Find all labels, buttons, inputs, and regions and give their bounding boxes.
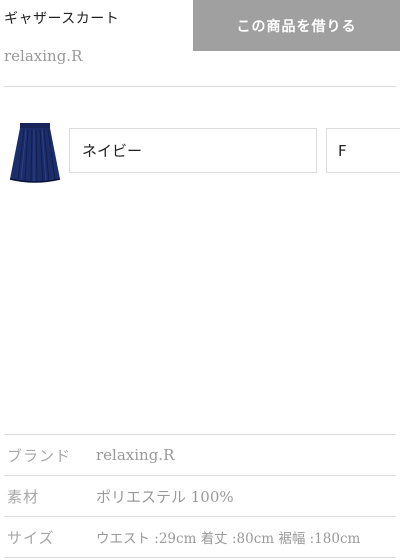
spec-row-size: サイズ ウエスト :29cm 着丈 :80cm 裾幅 :180cm: [4, 516, 396, 558]
rent-item-button[interactable]: この商品を借りる: [193, 0, 400, 51]
color-select[interactable]: ネイビー: [69, 128, 317, 173]
spec-table: ブランド relaxing.R 素材 ポリエステル 100% サイズ ウエスト …: [4, 434, 396, 558]
spec-label: サイズ: [7, 528, 55, 547]
spec-value: ポリエステル 100%: [96, 487, 234, 506]
spec-row-brand: ブランド relaxing.R: [4, 434, 396, 475]
spec-value: relaxing.R: [96, 446, 175, 464]
product-title: ギャザースカート: [4, 11, 120, 27]
brand-name: relaxing.R: [4, 47, 83, 65]
size-select[interactable]: F: [326, 128, 400, 173]
spec-row-material: 素材 ポリエステル 100%: [4, 475, 396, 516]
spec-label: ブランド: [7, 446, 72, 465]
spec-label: 素材: [7, 487, 40, 506]
spec-value: ウエスト :29cm 着丈 :80cm 裾幅 :180cm: [96, 531, 361, 547]
header-divider: [4, 86, 396, 87]
skirt-image: [9, 123, 61, 183]
product-thumbnail[interactable]: [6, 121, 64, 185]
